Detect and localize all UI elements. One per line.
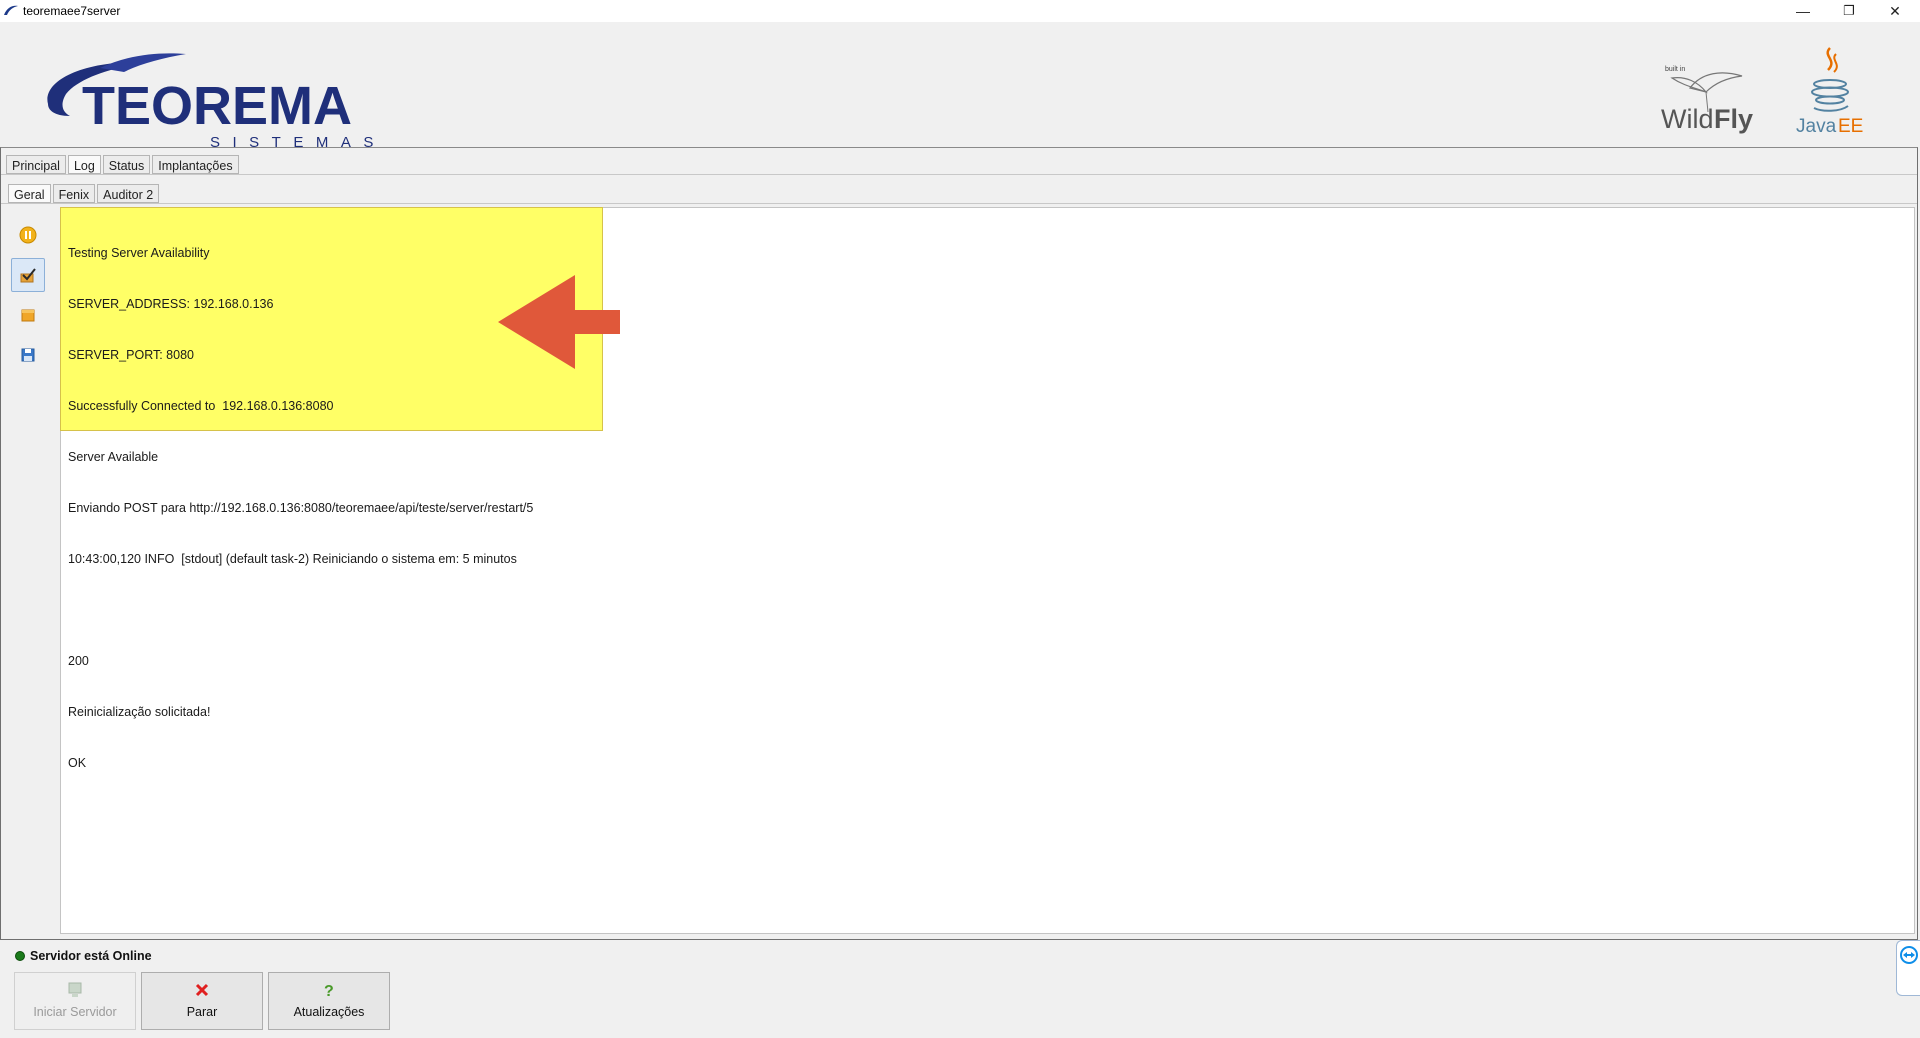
- javaee-logo: Java EE: [1796, 47, 1863, 137]
- clear-icon: [21, 309, 35, 322]
- log-line: 10:43:00,120 INFO [stdout] (default task…: [68, 552, 517, 566]
- logo-main-text: TEOREMA: [82, 76, 352, 136]
- log-line: OK: [68, 756, 87, 770]
- tab-geral[interactable]: Geral: [8, 184, 51, 203]
- javaee-ee-text: EE: [1838, 116, 1863, 137]
- tab-implantacoes[interactable]: Implantações: [152, 155, 239, 174]
- window-title: teoremaee7server: [23, 4, 121, 18]
- pause-icon: [19, 226, 37, 244]
- wildfly-name-light: Wild: [1661, 104, 1714, 134]
- tab-principal[interactable]: Principal: [6, 155, 66, 174]
- annotation-arrow-icon: [498, 275, 620, 369]
- updates-label: Atualizações: [293, 1005, 365, 1019]
- header: TEOREMA SISTEMAS built in Wild Fly Java …: [0, 22, 1920, 151]
- clear-log-button[interactable]: [11, 298, 45, 332]
- tab-auditor-2[interactable]: Auditor 2: [97, 184, 160, 203]
- log-line: Enviando POST para http://192.168.0.136:…: [68, 501, 534, 515]
- minimize-button[interactable]: —: [1780, 0, 1826, 22]
- svg-text:?: ?: [324, 983, 334, 999]
- log-output: Testing Server Availability SERVER_ADDRE…: [68, 211, 533, 789]
- server-status-text: Servidor está Online: [30, 949, 152, 963]
- pause-button[interactable]: [11, 218, 45, 252]
- app-icon: [4, 5, 18, 15]
- close-button[interactable]: ✕: [1872, 0, 1918, 22]
- server-icon: [66, 981, 84, 999]
- log-line: Testing Server Availability: [68, 246, 210, 260]
- status-indicator: [15, 951, 25, 961]
- tab-divider: [1, 174, 1917, 175]
- title-bar: teoremaee7server — ❐ ✕: [0, 0, 1920, 22]
- log-subtabs: Geral Fenix Auditor 2: [8, 184, 160, 203]
- save-icon: [21, 348, 35, 362]
- tab-log[interactable]: Log: [67, 155, 101, 174]
- wildfly-built-in: built in: [1665, 66, 1685, 73]
- teorema-logo: TEOREMA SISTEMAS: [47, 53, 373, 151]
- save-log-button[interactable]: [11, 338, 45, 372]
- wildfly-name-bold: Fly: [1714, 104, 1753, 134]
- log-line: 200: [68, 654, 89, 668]
- log-line: SERVER_ADDRESS: 192.168.0.136: [68, 297, 274, 311]
- close-red-icon: [193, 981, 211, 999]
- start-server-label: Iniciar Servidor: [33, 1005, 117, 1019]
- log-line: Successfully Connected to 192.168.0.136:…: [68, 399, 334, 413]
- autoscroll-toggle[interactable]: [11, 258, 45, 292]
- log-line: SERVER_PORT: 8080: [68, 348, 194, 362]
- check-icon: [20, 268, 36, 283]
- start-server-button[interactable]: Iniciar Servidor: [14, 972, 136, 1030]
- question-icon: ?: [320, 981, 338, 999]
- stop-button[interactable]: Parar: [141, 972, 263, 1030]
- tab-fenix[interactable]: Fenix: [52, 184, 96, 203]
- restore-button[interactable]: ❐: [1826, 0, 1872, 22]
- log-line: Server Available: [68, 450, 159, 464]
- log-line: Reinicialização solicitada!: [68, 705, 211, 719]
- subtab-divider: [1, 203, 1917, 204]
- teamviewer-icon: [1900, 946, 1918, 964]
- tab-status[interactable]: Status: [102, 155, 151, 174]
- teamviewer-tab[interactable]: [1896, 940, 1920, 996]
- updates-button[interactable]: ? Atualizações: [268, 972, 390, 1030]
- stop-label: Parar: [186, 1005, 218, 1019]
- javaee-java-text: Java: [1796, 116, 1837, 137]
- wildfly-logo: built in Wild Fly: [1661, 66, 1753, 134]
- main-tabs: Principal Log Status Implantações: [6, 155, 239, 174]
